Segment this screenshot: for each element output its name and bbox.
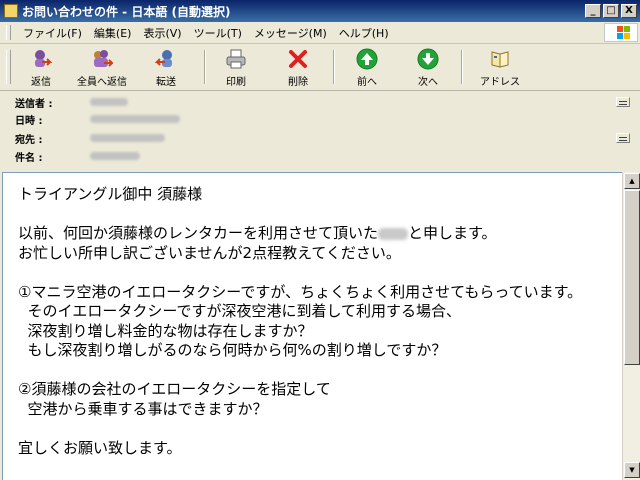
to-value-redacted (90, 134, 165, 142)
forward-button[interactable]: 転送 (154, 48, 177, 88)
reply-all-icon (91, 48, 115, 70)
scroll-down-button[interactable]: ▼ (624, 462, 640, 478)
to-label: 宛先 : (15, 134, 43, 146)
maximize-button[interactable]: □ (603, 4, 619, 18)
date-value-redacted (90, 115, 180, 123)
body-line: ①マニラ空港のイエロータクシーですが、ちょくちょく利用させてもらっています。 (18, 282, 583, 301)
envelope-icon (4, 4, 18, 18)
reply-button[interactable]: 返信 (30, 48, 53, 88)
print-button[interactable]: 印刷 (225, 48, 247, 88)
reply-all-button[interactable]: 全員へ返信 (77, 48, 127, 88)
down-arrow-icon (417, 48, 439, 70)
menu-file[interactable]: ファイル(F) (17, 23, 88, 43)
menu-bar: ファイル(F) 編集(E) 表示(V) ツール(T) メッセージ(M) ヘルプ(… (0, 22, 640, 44)
toolbar-separator (204, 50, 206, 84)
forward-icon (154, 48, 177, 70)
toolbar-separator (333, 50, 335, 84)
next-button[interactable]: 次へ (417, 48, 439, 88)
previous-button[interactable]: 前へ (356, 48, 378, 88)
reply-icon (30, 48, 53, 70)
scroll-up-button[interactable]: ▲ (624, 173, 640, 189)
date-label: 日時 : (15, 115, 43, 127)
body-line: トライアングル御中 須藤様 (18, 185, 203, 203)
menu-tools[interactable]: ツール(T) (188, 23, 248, 43)
minimize-button[interactable]: _ (585, 4, 601, 18)
delete-button[interactable]: 削除 (287, 48, 309, 88)
message-header-panel: 送信者 : 日時 : 宛先 : 件名 : (0, 91, 640, 170)
menu-view[interactable]: 表示(V) (137, 23, 187, 43)
subject-label: 件名 : (15, 152, 43, 164)
header-expand-button[interactable] (616, 133, 630, 143)
menu-grip[interactable] (6, 25, 11, 40)
title-bar: お問い合わせの件 - 日本語 (自動選択) _ □ X (0, 0, 640, 22)
subject-value-redacted (90, 152, 140, 160)
close-button[interactable]: X (621, 4, 637, 18)
window-title: お問い合わせの件 - 日本語 (自動選択) (22, 4, 231, 19)
delete-label: 削除 (288, 77, 308, 88)
menu-edit[interactable]: 編集(E) (88, 23, 138, 43)
window-controls: _ □ X (585, 4, 637, 18)
addresses-label: アドレス (480, 77, 520, 88)
address-book-icon (489, 48, 511, 70)
next-label: 次へ (418, 77, 438, 88)
scroll-thumb[interactable] (624, 190, 640, 365)
message-text: トライアングル御中 須藤様 以前、何回か須藤様のレンタカーを利用させて頂いた と申… (18, 185, 582, 458)
vertical-scrollbar[interactable]: ▲ ▼ (622, 172, 640, 480)
print-label: 印刷 (226, 77, 246, 88)
delete-x-icon (287, 48, 309, 70)
reply-all-label: 全員へ返信 (77, 77, 127, 88)
forward-label: 転送 (156, 77, 176, 88)
body-line: お忙しい所申し訳ございませんが2点程教えてください。 (18, 243, 401, 262)
previous-label: 前へ (357, 77, 377, 88)
body-line: 宜しくお願い致します。 (18, 438, 182, 457)
body-line: 以前、何回か須藤様のレンタカーを利用させて頂いた (18, 224, 379, 242)
body-line: もし深夜割り増しがるのなら何時から何%の割り増しですか？ (18, 341, 447, 359)
body-line: そのイエロータクシーですが深夜空港に到着して利用する場合、 (18, 302, 462, 320)
body-line: 空港から乗車する事はできますか？ (18, 399, 268, 418)
redacted-sender-name (378, 227, 409, 240)
toolbar-separator (461, 50, 463, 84)
up-arrow-icon (356, 48, 378, 70)
addresses-button[interactable]: アドレス (480, 48, 520, 88)
toolbar-grip[interactable] (6, 50, 11, 84)
toolbar: 返信 全員へ返信 転送 印刷 削除 前へ 次へ アドレス (0, 44, 640, 91)
windows-logo-icon (604, 23, 638, 42)
reply-label: 返信 (31, 77, 51, 88)
menu-help[interactable]: ヘルプ(H) (333, 23, 395, 43)
body-line: と申します。 (408, 224, 497, 242)
from-value-redacted (90, 98, 128, 106)
menu-message[interactable]: メッセージ(M) (248, 23, 333, 43)
message-body[interactable]: トライアングル御中 須藤様 以前、何回か須藤様のレンタカーを利用させて頂いた と申… (2, 172, 622, 480)
header-expand-button[interactable] (616, 97, 630, 107)
from-label: 送信者 : (15, 98, 53, 110)
body-line: 深夜割り増し料金的な物は存在しますか？ (18, 321, 313, 340)
printer-icon (225, 48, 247, 70)
body-line: ②須藤様の会社のイエロータクシーを指定して (18, 380, 331, 398)
